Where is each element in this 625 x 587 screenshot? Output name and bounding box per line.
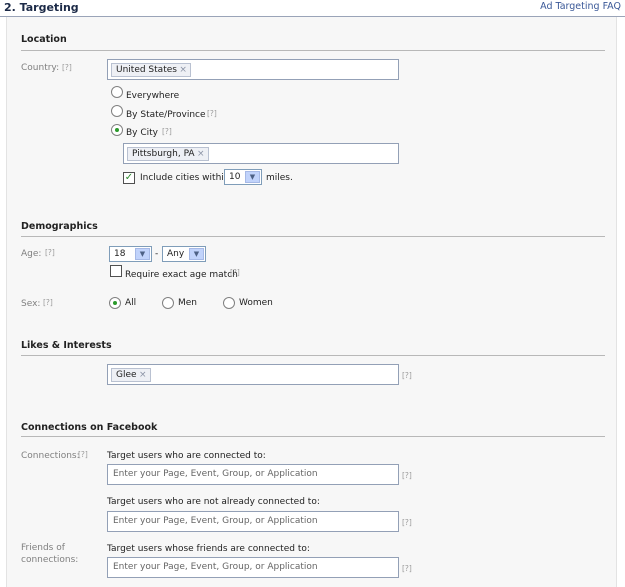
likes-token: Glee ×	[111, 368, 151, 382]
age-min-select[interactable]: 18 ▼	[109, 246, 152, 262]
city-help-icon[interactable]: [?]	[162, 127, 172, 136]
exact-age-help-icon[interactable]: [?]	[230, 268, 240, 277]
chevron-down-icon: ▼	[135, 248, 150, 260]
radio-by-state[interactable]	[111, 105, 123, 117]
exact-age-label: Require exact age match	[125, 270, 238, 280]
connected-help-icon[interactable]: [?]	[402, 471, 412, 480]
radius-value: 10	[229, 172, 241, 182]
age-label: Age:	[21, 249, 42, 259]
country-token: United States ×	[111, 63, 191, 77]
remove-icon[interactable]: ×	[197, 148, 205, 160]
not-connected-input[interactable]: Enter your Page, Event, Group, or Applic…	[107, 511, 399, 532]
likes-input[interactable]: Glee ×	[107, 364, 399, 385]
age-max-select[interactable]: Any ▼	[162, 246, 206, 262]
age-separator: -	[155, 249, 159, 259]
connections-label: Connections:	[21, 451, 80, 461]
include-cities-checkbox[interactable]: ✓	[123, 172, 135, 184]
friends-label-line2: connections:	[21, 555, 79, 565]
sex-label: Sex:	[21, 299, 41, 309]
exact-age-checkbox[interactable]	[110, 265, 122, 277]
radius-select[interactable]: 10 ▼	[224, 169, 262, 185]
demographics-divider	[21, 236, 605, 237]
city-token: Pittsburgh, PA ×	[127, 147, 209, 161]
age-max-value: Any	[167, 249, 185, 259]
likes-heading: Likes & Interests	[21, 340, 112, 351]
radio-everywhere[interactable]	[111, 86, 123, 98]
radio-sex-men[interactable]	[162, 297, 174, 309]
everywhere-label: Everywhere	[126, 91, 180, 101]
by-state-label: By State/Province	[126, 110, 206, 120]
chevron-down-icon: ▼	[189, 248, 204, 260]
age-help-icon[interactable]: [?]	[45, 248, 55, 257]
sex-help-icon[interactable]: [?]	[43, 298, 53, 307]
sex-men-label: Men	[178, 298, 198, 308]
ad-targeting-faq-link[interactable]: Ad Targeting FAQ	[540, 1, 621, 12]
country-help-icon[interactable]: [?]	[62, 63, 72, 72]
not-connected-help-icon[interactable]: [?]	[402, 518, 412, 527]
likes-help-icon[interactable]: [?]	[402, 371, 412, 380]
connections-divider	[21, 436, 605, 437]
radio-sex-women[interactable]	[223, 297, 235, 309]
by-city-label: By City	[126, 128, 159, 138]
demographics-heading: Demographics	[21, 221, 98, 232]
country-token-label: United States	[116, 65, 177, 75]
radio-sex-all[interactable]	[109, 297, 121, 309]
connections-heading: Connections on Facebook	[21, 422, 158, 433]
location-heading: Location	[21, 34, 67, 45]
remove-icon[interactable]: ×	[139, 369, 147, 381]
city-input[interactable]: Pittsburgh, PA ×	[123, 143, 399, 164]
state-help-icon[interactable]: [?]	[207, 109, 217, 118]
friends-connected-help-icon[interactable]: [?]	[402, 564, 412, 573]
age-min-value: 18	[114, 249, 126, 259]
chevron-down-icon: ▼	[245, 171, 260, 183]
sex-all-label: All	[125, 298, 137, 308]
location-divider	[21, 50, 605, 51]
connected-label: Target users who are connected to:	[107, 451, 266, 461]
connections-help-icon[interactable]: [?]	[78, 450, 88, 459]
not-connected-label: Target users who are not already connect…	[107, 497, 320, 507]
radio-by-city[interactable]	[111, 124, 123, 136]
radius-unit-label: miles.	[266, 173, 293, 183]
connected-input[interactable]: Enter your Page, Event, Group, or Applic…	[107, 464, 399, 485]
likes-token-label: Glee	[116, 370, 137, 380]
remove-icon[interactable]: ×	[179, 64, 187, 76]
include-cities-label: Include cities within	[140, 173, 230, 183]
likes-divider	[21, 355, 605, 356]
section-title-targeting: 2. Targeting	[4, 1, 79, 14]
country-input[interactable]: United States ×	[107, 59, 399, 80]
sex-women-label: Women	[239, 298, 273, 308]
friends-connected-label: Target users whose friends are connected…	[107, 544, 310, 554]
friends-connected-input[interactable]: Enter your Page, Event, Group, or Applic…	[107, 557, 399, 578]
city-token-label: Pittsburgh, PA	[132, 149, 195, 159]
country-label: Country:	[21, 63, 60, 73]
friends-label-line1: Friends of	[21, 543, 65, 553]
